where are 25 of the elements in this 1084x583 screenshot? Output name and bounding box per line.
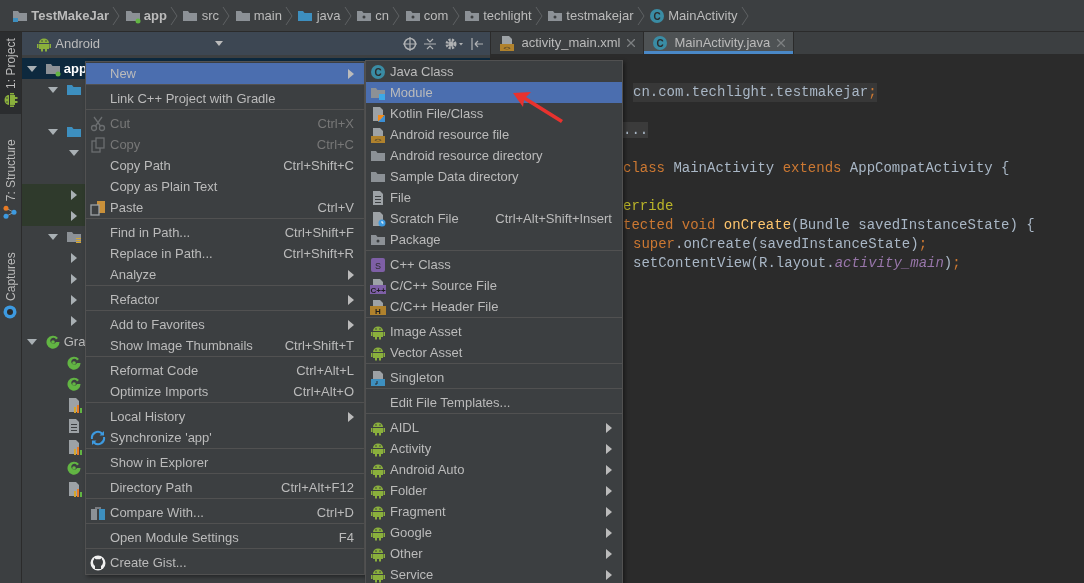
shortcut-text: Ctrl+Shift+T	[284, 336, 354, 355]
shortcut-text: Ctrl+Alt+L	[296, 361, 354, 380]
code-line: super.onCreate(savedInstanceState);	[633, 235, 928, 254]
shortcut-text: F4	[338, 528, 354, 547]
shortcut-text: Ctrl+Alt+O	[293, 382, 354, 401]
tree-label: Gra	[63, 333, 86, 351]
shortcut-text: Ctrl+D	[316, 503, 354, 522]
class-icon: C	[370, 63, 386, 80]
header-file-icon: H	[370, 298, 386, 315]
class-icon: C	[649, 7, 665, 24]
shortcut-text: Ctrl+Alt+Shift+Insert	[495, 209, 612, 228]
shortcut-text: Ctrl+Shift+F	[284, 223, 354, 242]
shortcut-text: Ctrl+C	[316, 135, 354, 154]
shortcut-text: Ctrl+Shift+C	[283, 156, 354, 175]
code-line: erride	[623, 197, 674, 216]
shortcut-text: Ctrl+Alt+F12	[281, 478, 354, 497]
cpp-class-icon: S	[370, 256, 386, 273]
shortcut-text: Ctrl+V	[317, 198, 354, 217]
code-line: tected void onCreate(Bundle savedInstanceState) {	[623, 216, 1035, 235]
code-line: setContentView(R.layout.activity_main);	[633, 254, 961, 273]
source-file-icon: C++	[370, 277, 386, 294]
shortcut-text: Ctrl+X	[317, 114, 354, 133]
class-icon: C	[651, 35, 668, 51]
shortcut-text: Ctrl+Shift+R	[283, 244, 354, 263]
code-line: class MainActivity extends AppCompatActivity {	[623, 159, 1010, 178]
